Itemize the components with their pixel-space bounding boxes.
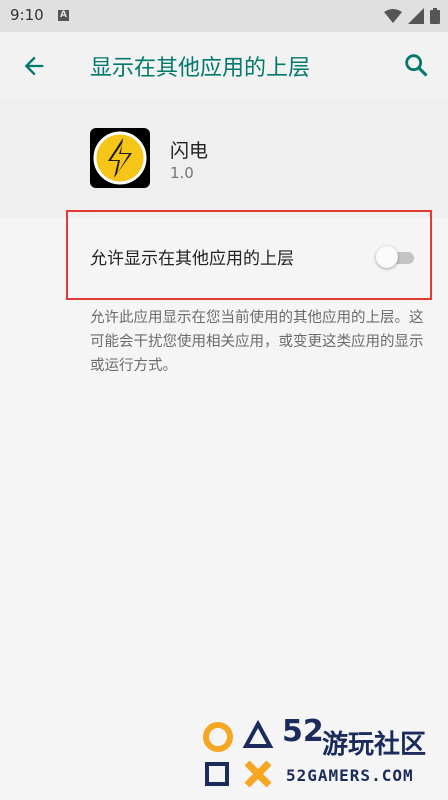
allow-overlay-switch[interactable] <box>376 246 416 268</box>
allow-overlay-label: 允许显示在其他应用的上层 <box>90 249 294 269</box>
status-time: 9:10 <box>10 6 44 24</box>
watermark-logo: 52 游玩社区 52GAMERS.COM <box>200 714 448 796</box>
lightning-app-icon <box>90 128 150 188</box>
overlay-description: 允许此应用显示在您当前使用的其他应用的上层。这可能会干扰您使用相关应用，或变更这… <box>90 310 424 374</box>
wifi-icon <box>384 9 402 23</box>
watermark-number: 52 <box>282 714 324 749</box>
watermark-domain: 52GAMERS.COM <box>286 766 414 785</box>
accessibility-icon: A <box>58 10 69 21</box>
signal-icon <box>408 8 424 24</box>
battery-icon <box>430 8 440 24</box>
status-bar: 9:10 A <box>0 0 448 32</box>
watermark-symbols-icon <box>203 719 274 788</box>
app-version: 1.0 <box>170 164 194 182</box>
search-icon[interactable] <box>402 51 430 79</box>
app-name: 闪电 <box>170 140 209 162</box>
app-bar: 显示在其他应用的上层 <box>0 32 448 100</box>
app-header: 闪电 1.0 <box>0 100 448 218</box>
switch-thumb <box>376 246 398 268</box>
page-title: 显示在其他应用的上层 <box>90 56 311 81</box>
arrow-back-icon[interactable] <box>20 52 48 80</box>
allow-overlay-preference[interactable]: 允许显示在其他应用的上层 <box>66 210 432 300</box>
watermark-name: 游玩社区 <box>322 730 427 760</box>
